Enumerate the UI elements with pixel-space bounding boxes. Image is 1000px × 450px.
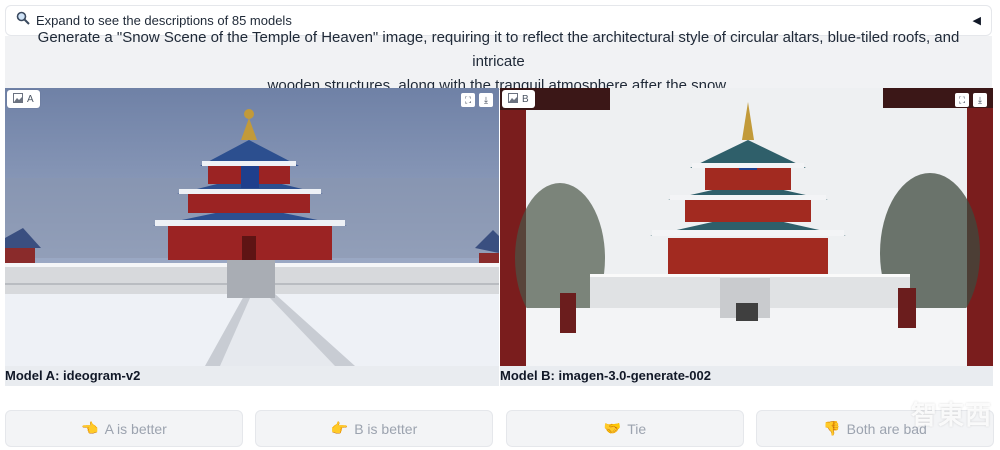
model-a-panel: A Model A: ideogram-v2 [5, 88, 499, 386]
point-left-icon: 👈 [81, 420, 99, 436]
download-icon[interactable]: ⤓ [479, 93, 493, 107]
image-icon [13, 92, 23, 106]
b-is-better-button[interactable]: 👉 B is better [255, 410, 493, 447]
model-b-badge-label: B [522, 93, 529, 105]
fullscreen-icon[interactable]: ⛶ [461, 93, 475, 107]
model-b-tools: ⛶ ⤓ [955, 93, 987, 107]
point-right-icon: 👉 [330, 420, 349, 436]
heart-icon: 🤝 [603, 420, 622, 436]
tie-label: Tie [627, 420, 647, 437]
model-a-image [5, 88, 499, 366]
model-b-image [500, 88, 993, 366]
image-icon [508, 92, 518, 106]
tie-button[interactable]: 🤝 Tie [506, 410, 744, 447]
model-a-name: Model A: ideogram-v2 [5, 368, 141, 383]
model-b-name: Model B: imagen-3.0-generate-002 [500, 368, 711, 383]
download-icon[interactable]: ⤓ [973, 93, 987, 107]
model-b-badge: B [502, 90, 535, 108]
b-is-better-label: B is better [354, 420, 418, 437]
prompt-text: Generate a "Snow Scene of the Temple of … [5, 29, 992, 94]
model-a-tools: ⛶ ⤓ [461, 93, 493, 107]
a-is-better-label: A is better [104, 420, 167, 437]
model-b-panel: B ⛶ ⤓ Model B: imagen-3.0-generate-002 [500, 88, 993, 386]
fullscreen-icon[interactable]: ⛶ [955, 93, 969, 107]
a-is-better-button[interactable]: 👈 A is better [5, 410, 243, 447]
watermark: 智東西 [910, 400, 992, 430]
model-a-badge: A [7, 90, 40, 108]
prompt-line-1: Generate a "Snow Scene of the Temple of … [37, 29, 960, 70]
model-a-badge-label: A [27, 93, 34, 105]
thumbs-down-icon: 👎 [823, 420, 841, 436]
